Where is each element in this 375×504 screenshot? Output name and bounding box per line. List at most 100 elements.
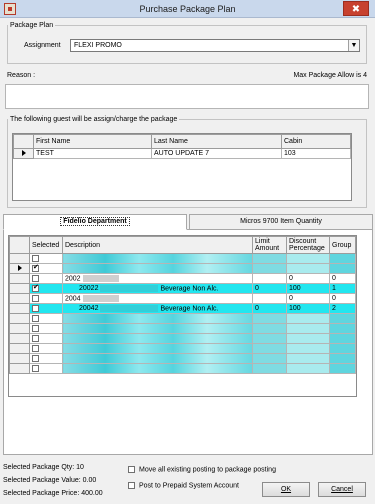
guest-row[interactable]: TEST AUTO UPDATE 7 103: [13, 148, 351, 159]
item-row[interactable]: 20042 Beverage Non Alc. 0 100 2: [9, 303, 356, 314]
item-description[interactable]: [62, 323, 253, 334]
col-selected[interactable]: Selected: [29, 236, 63, 254]
item-description[interactable]: [62, 253, 253, 264]
item-group[interactable]: [329, 353, 356, 364]
item-discount-percentage[interactable]: [286, 353, 330, 364]
item-selected-checkbox[interactable]: [32, 265, 39, 272]
col-last-name[interactable]: Last Name: [151, 134, 282, 149]
item-discount-percentage[interactable]: 100: [286, 303, 330, 314]
item-discount-percentage[interactable]: [286, 313, 330, 324]
item-row[interactable]: [9, 363, 356, 374]
item-description[interactable]: [62, 343, 253, 354]
guest-grid[interactable]: First Name Last Name Cabin TEST AUTO UPD…: [12, 133, 352, 201]
item-limit-amount[interactable]: [252, 313, 287, 324]
item-discount-percentage[interactable]: [286, 333, 330, 344]
item-discount-percentage[interactable]: 0: [286, 273, 330, 284]
col-group[interactable]: Group: [329, 236, 356, 254]
item-selected-cell[interactable]: [29, 283, 63, 294]
item-limit-amount[interactable]: 0: [252, 303, 287, 314]
item-selected-checkbox[interactable]: [32, 344, 39, 352]
item-row[interactable]: [9, 323, 356, 334]
item-limit-amount[interactable]: [252, 263, 287, 274]
guest-last-name[interactable]: AUTO UPDATE 7: [151, 148, 282, 159]
item-description[interactable]: [62, 363, 253, 374]
item-discount-percentage[interactable]: [286, 363, 330, 374]
dropdown-arrow-icon[interactable]: ▼: [348, 40, 359, 51]
item-limit-amount[interactable]: [252, 273, 287, 284]
col-first-name[interactable]: First Name: [33, 134, 152, 149]
item-selected-cell[interactable]: [29, 273, 63, 284]
guest-first-name[interactable]: TEST: [33, 148, 152, 159]
item-discount-percentage[interactable]: 0: [286, 293, 330, 304]
item-limit-amount[interactable]: [252, 343, 287, 354]
item-selected-cell[interactable]: [29, 313, 63, 324]
item-selected-checkbox[interactable]: [32, 364, 39, 372]
item-row[interactable]: [9, 343, 356, 354]
close-button[interactable]: ✖: [343, 1, 369, 16]
item-selected-checkbox[interactable]: [32, 274, 39, 282]
cancel-button[interactable]: Cancel: [318, 482, 366, 497]
guest-cabin[interactable]: 103: [281, 148, 351, 159]
prepaid-option[interactable]: Post to Prepaid System Account: [128, 482, 239, 489]
item-row[interactable]: [9, 353, 356, 364]
item-group[interactable]: [329, 363, 356, 374]
item-limit-amount[interactable]: [252, 333, 287, 344]
item-discount-percentage[interactable]: [286, 323, 330, 334]
item-description[interactable]: 2004: [62, 293, 253, 304]
item-limit-amount[interactable]: [252, 293, 287, 304]
item-description[interactable]: [62, 263, 253, 274]
col-description[interactable]: Description: [62, 236, 253, 254]
items-grid[interactable]: Selected Description Limit Amount Discou…: [8, 235, 357, 397]
item-group[interactable]: 0: [329, 293, 356, 304]
item-group[interactable]: [329, 263, 356, 274]
item-discount-percentage[interactable]: [286, 253, 330, 264]
item-selected-checkbox[interactable]: [32, 354, 39, 362]
item-selected-checkbox[interactable]: [32, 334, 39, 342]
item-selected-cell[interactable]: [29, 363, 63, 374]
item-row[interactable]: [9, 313, 356, 324]
item-selected-cell[interactable]: [29, 323, 63, 334]
item-selected-cell[interactable]: [29, 253, 63, 264]
item-row[interactable]: [9, 253, 356, 264]
prepaid-checkbox[interactable]: [128, 482, 135, 489]
item-group[interactable]: [329, 333, 356, 344]
col-discount-percentage[interactable]: Discount Percentage: [286, 236, 330, 254]
item-group[interactable]: [329, 313, 356, 324]
item-selected-checkbox[interactable]: [32, 254, 39, 262]
item-selected-cell[interactable]: [29, 333, 63, 344]
item-selected-cell[interactable]: [29, 293, 63, 304]
item-selected-checkbox[interactable]: [32, 314, 39, 322]
item-row[interactable]: [9, 333, 356, 344]
item-selected-checkbox[interactable]: [32, 285, 39, 292]
item-discount-percentage[interactable]: [286, 343, 330, 354]
item-limit-amount[interactable]: 0: [252, 283, 287, 294]
item-group[interactable]: [329, 253, 356, 264]
col-cabin[interactable]: Cabin: [281, 134, 351, 149]
item-selected-checkbox[interactable]: [32, 304, 39, 312]
item-group[interactable]: [329, 323, 356, 334]
item-discount-percentage[interactable]: 100: [286, 283, 330, 294]
move-postings-option[interactable]: Move all existing posting to package pos…: [128, 466, 276, 473]
item-selected-checkbox[interactable]: [32, 324, 39, 332]
item-discount-percentage[interactable]: [286, 263, 330, 274]
item-description[interactable]: 20022 Beverage Non Alc.: [62, 283, 253, 294]
reason-input[interactable]: [5, 84, 369, 109]
item-description[interactable]: [62, 353, 253, 364]
assignment-select[interactable]: FLEXI PROMO ▼: [70, 39, 360, 52]
item-description[interactable]: 20042 Beverage Non Alc.: [62, 303, 253, 314]
item-selected-cell[interactable]: [29, 303, 63, 314]
item-description[interactable]: 2002: [62, 273, 253, 284]
item-group[interactable]: [329, 343, 356, 354]
item-limit-amount[interactable]: [252, 253, 287, 264]
item-selected-cell[interactable]: [29, 353, 63, 364]
item-group[interactable]: 1: [329, 283, 356, 294]
item-row[interactable]: [9, 263, 356, 274]
col-limit-amount[interactable]: Limit Amount: [252, 236, 287, 254]
item-row[interactable]: 2004 0 0: [9, 293, 356, 304]
move-postings-checkbox[interactable]: [128, 466, 135, 473]
ok-button[interactable]: OK: [262, 482, 310, 497]
item-selected-checkbox[interactable]: [32, 294, 39, 302]
item-description[interactable]: [62, 313, 253, 324]
item-limit-amount[interactable]: [252, 363, 287, 374]
tab-micros-item-quantity[interactable]: Micros 9700 Item Quantity: [189, 214, 373, 230]
